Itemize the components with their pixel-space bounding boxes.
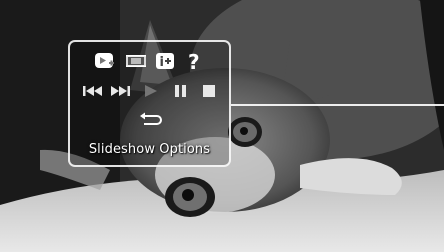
connector-line [231,104,444,106]
play-icon [145,85,157,97]
svg-text:?: ? [188,50,200,72]
repeat-button[interactable] [138,112,162,128]
play-button[interactable] [140,82,162,100]
slideshow-tab[interactable] [94,50,116,72]
slideshow-screen: i ? Slideshow Options [0,0,444,252]
stop-icon [203,85,215,97]
playback-controls [82,82,222,100]
slideshow-options-panel: i ? Slideshow Options [68,40,231,167]
help-icon: ? [188,50,200,72]
next-icon [111,86,130,96]
repeat-icon [140,112,162,125]
info-icon: i [156,53,174,70]
stop-button[interactable] [198,82,220,100]
info-tab[interactable]: i [154,50,176,72]
filmstrip-icon [126,55,146,67]
pause-icon [175,85,186,97]
help-tab[interactable]: ? [184,50,206,72]
filmstrip-tab[interactable] [125,50,147,72]
pause-button[interactable] [170,82,192,100]
svg-text:i: i [160,55,164,70]
previous-button[interactable] [82,82,104,100]
previous-icon [83,86,102,96]
slideshow-add-icon [95,53,114,68]
options-tabs: i ? [94,50,209,72]
next-button[interactable] [109,82,131,100]
panel-title: Slideshow Options [88,142,211,157]
